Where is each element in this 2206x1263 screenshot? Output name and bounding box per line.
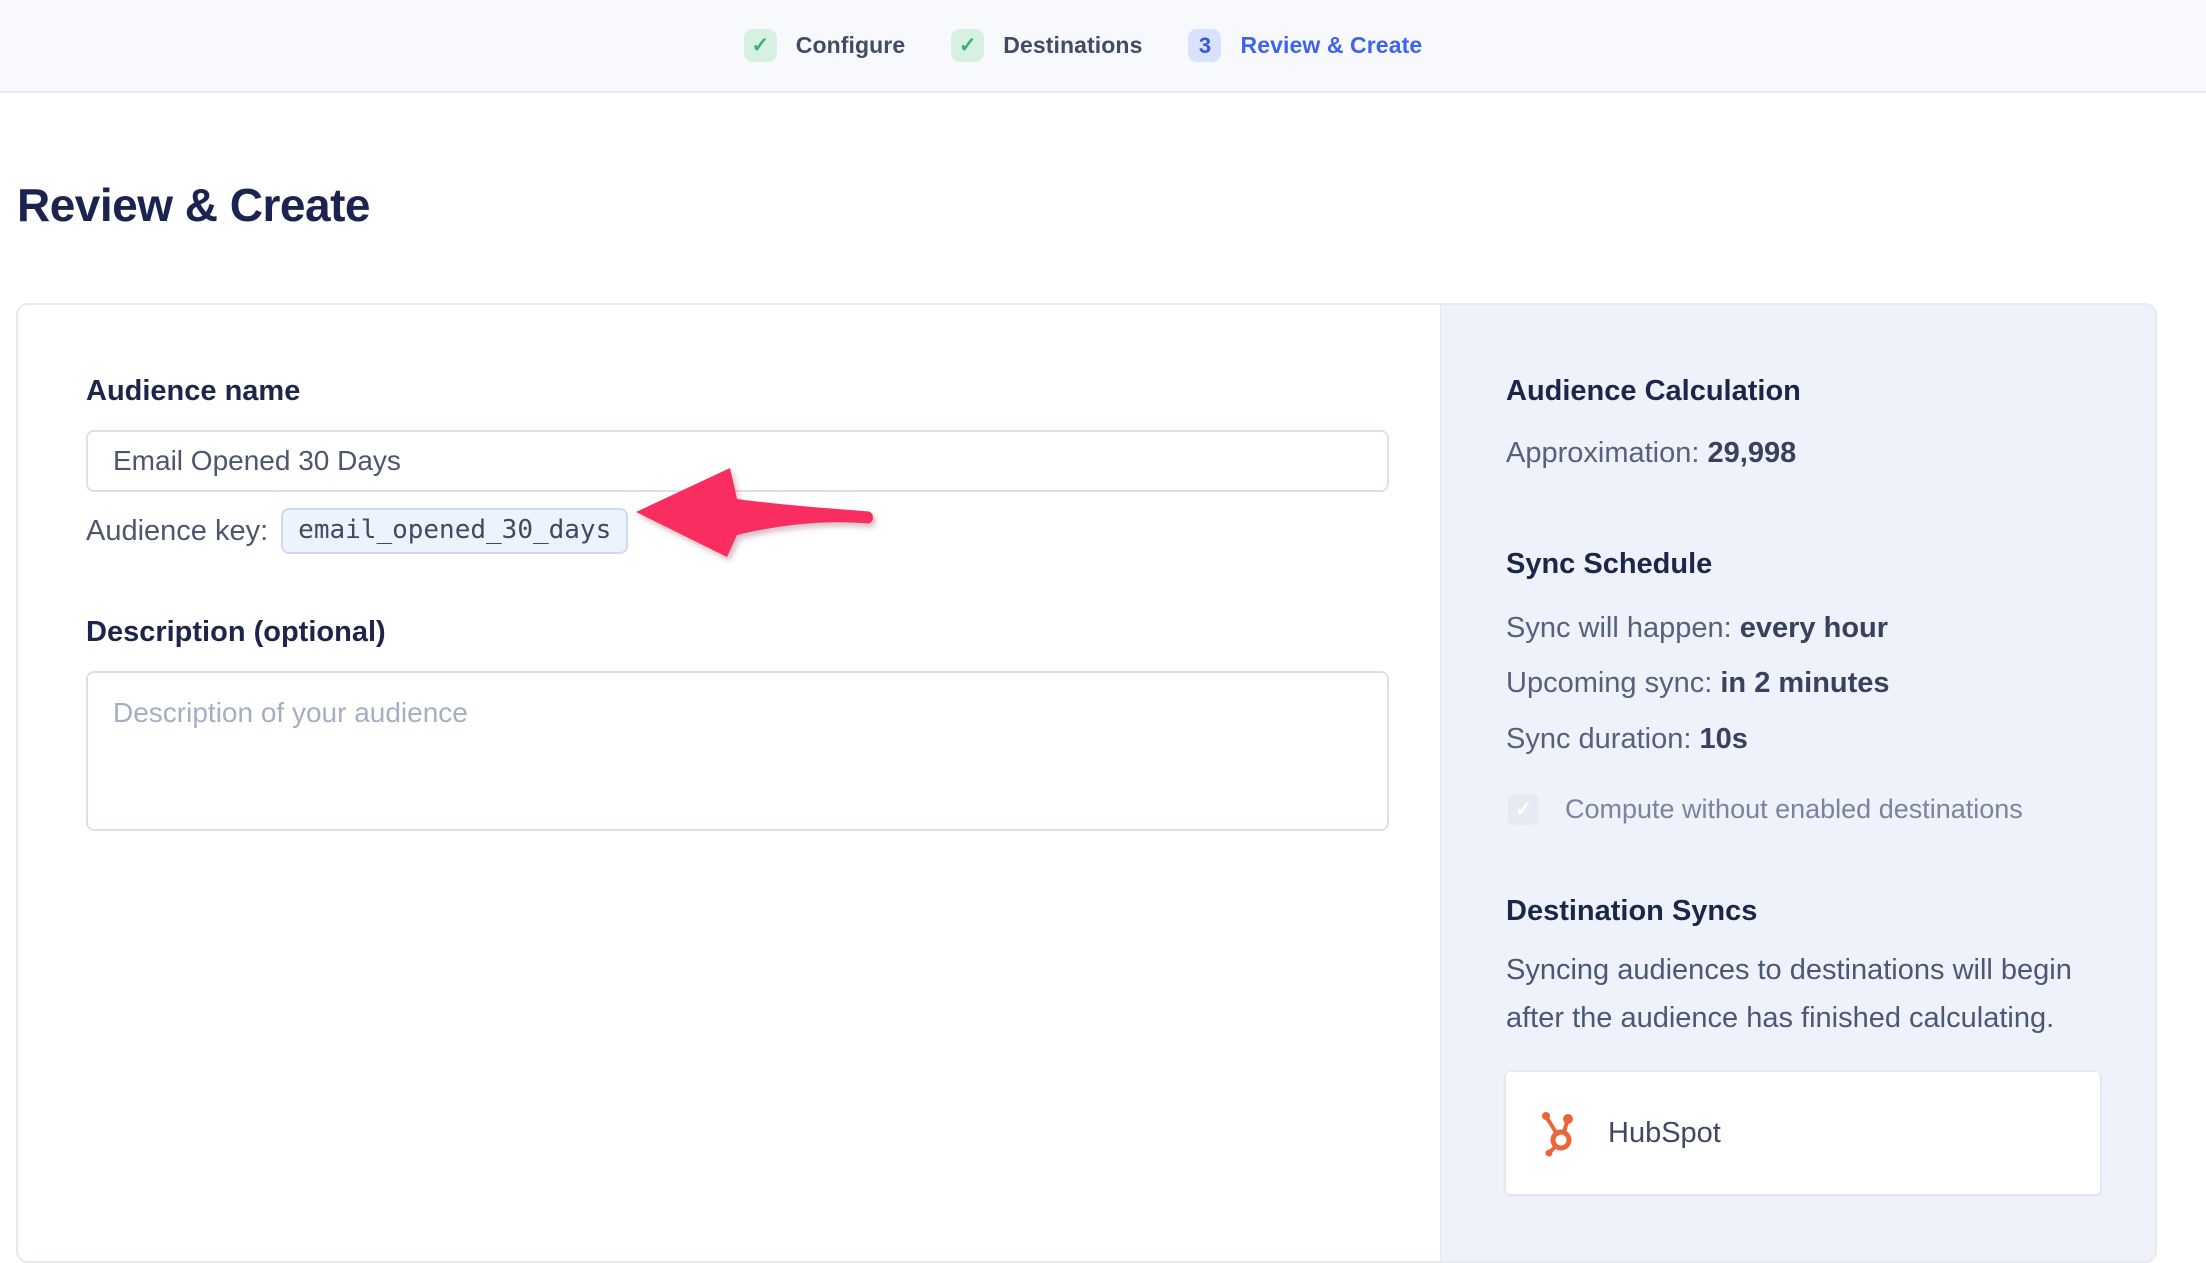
audience-key-row: Audience key: email_opened_30_days [86,508,1389,554]
approximation-value: 29,998 [1708,437,1797,469]
upcoming-sync-value: in 2 minutes [1720,667,1889,699]
upcoming-sync-label: Upcoming sync: [1506,667,1720,699]
destination-syncs-note: Syncing audiences to destinations will b… [1506,946,2100,1042]
approximation-label: Approximation: [1506,437,1708,469]
compute-checkbox-row[interactable]: ✓ Compute without enabled destinations [1506,794,2100,825]
stepper-bar: ✓ Configure ✓ Destinations 3 Review & Cr… [0,0,2206,93]
review-create-panel: Audience name Audience key: email_opened… [16,303,2157,1263]
sync-duration-label: Sync duration: [1506,723,1699,755]
step-configure-label: Configure [796,32,906,59]
audience-key-value: email_opened_30_days [281,508,628,554]
check-icon: ✓ [744,29,777,62]
sync-frequency-value: every hour [1740,612,1888,644]
stepper: ✓ Configure ✓ Destinations 3 Review & Cr… [744,29,1422,62]
check-icon: ✓ [951,29,984,62]
audience-key-label: Audience key: [86,515,268,548]
sync-duration-value: 10s [1699,723,1747,755]
step-destinations[interactable]: ✓ Destinations [951,29,1142,62]
destination-syncs-heading: Destination Syncs [1506,895,2100,928]
hubspot-logo-icon [1536,1108,1584,1158]
description-textarea[interactable] [86,671,1389,831]
audience-name-input[interactable] [86,430,1389,492]
sync-duration-row: Sync duration: 10s [1506,722,2100,756]
audience-calculation-heading: Audience Calculation [1506,375,2100,408]
compute-checkbox-label: Compute without enabled destinations [1565,794,2023,825]
destination-card-hubspot[interactable]: HubSpot [1506,1072,2100,1194]
step-review-create-label: Review & Create [1240,32,1422,59]
upcoming-sync-row: Upcoming sync: in 2 minutes [1506,666,2100,700]
step-number-badge: 3 [1188,29,1221,62]
sync-schedule-heading: Sync Schedule [1506,548,2100,581]
audience-name-label: Audience name [86,375,1389,408]
page-title: Review & Create [17,178,370,232]
approximation-row: Approximation: 29,998 [1506,436,2100,470]
step-destinations-label: Destinations [1003,32,1142,59]
sync-frequency-row: Sync will happen: every hour [1506,611,2100,645]
description-label: Description (optional) [86,616,1389,649]
step-review-create[interactable]: 3 Review & Create [1188,29,1422,62]
summary-panel: Audience Calculation Approximation: 29,9… [1440,305,2157,1261]
destination-name: HubSpot [1608,1117,1721,1150]
step-configure[interactable]: ✓ Configure [744,29,906,62]
sync-frequency-label: Sync will happen: [1506,612,1740,644]
checkbox-check-icon[interactable]: ✓ [1508,794,1539,825]
audience-form: Audience name Audience key: email_opened… [18,305,1440,1261]
